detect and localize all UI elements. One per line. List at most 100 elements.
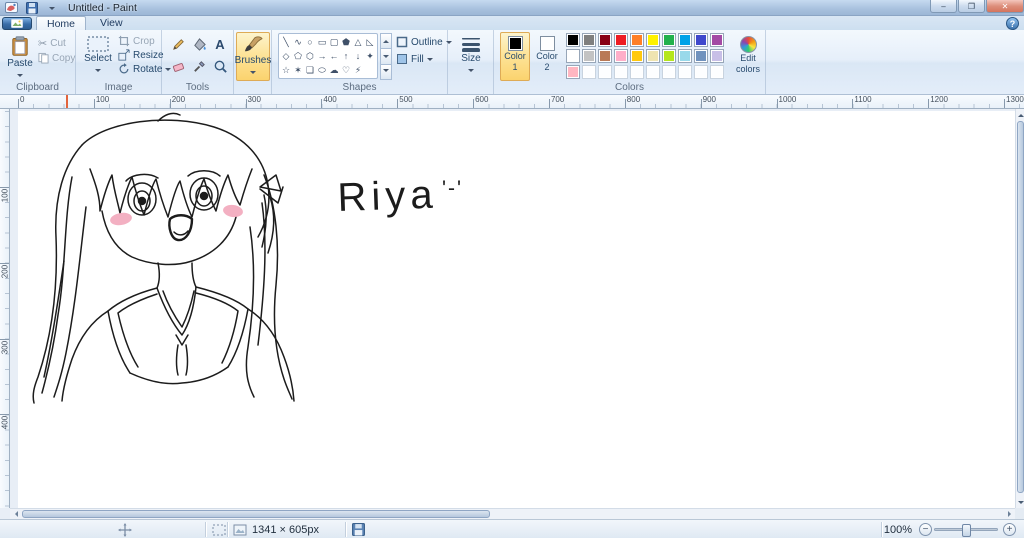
shape-arrow-down[interactable]: ↓ xyxy=(356,51,361,61)
shape-arrow-right[interactable]: → xyxy=(318,51,327,61)
palette-swatch[interactable] xyxy=(614,65,628,79)
scroll-left-button[interactable] xyxy=(10,509,21,519)
shape-right-triangle[interactable]: ◺ xyxy=(367,37,374,47)
palette-swatch[interactable] xyxy=(662,33,676,47)
paint-app-icon[interactable] xyxy=(3,1,20,14)
zoom-out-button[interactable]: − xyxy=(919,523,932,536)
shape-rectangle[interactable]: ▭ xyxy=(318,37,327,47)
palette-swatch[interactable] xyxy=(598,49,612,63)
vertical-scrollbar-thumb[interactable] xyxy=(1017,121,1024,493)
palette-swatch[interactable] xyxy=(598,33,612,47)
palette-swatch[interactable] xyxy=(630,49,644,63)
palette-swatch[interactable] xyxy=(678,33,692,47)
paint-menu-button[interactable] xyxy=(2,17,32,30)
vertical-scrollbar[interactable] xyxy=(1015,109,1024,508)
palette-swatch[interactable] xyxy=(630,65,644,79)
shape-lightning[interactable]: ⚡ xyxy=(355,65,361,75)
tab-view[interactable]: View xyxy=(90,16,133,30)
color2-button[interactable]: Color 2 xyxy=(532,32,562,81)
shape-star-five[interactable]: ☆ xyxy=(282,65,290,75)
maximize-button[interactable]: ❐ xyxy=(958,0,985,13)
shape-arrow-up[interactable]: ↑ xyxy=(344,51,349,61)
fill-tool-button[interactable] xyxy=(189,34,209,54)
palette-swatch[interactable] xyxy=(614,49,628,63)
shape-triangle[interactable]: △ xyxy=(355,37,362,47)
shape-callout-rect[interactable]: ❏ xyxy=(306,65,314,75)
paste-button[interactable]: Paste xyxy=(4,32,36,81)
palette-swatch[interactable] xyxy=(582,65,596,79)
palette-swatch[interactable] xyxy=(582,49,596,63)
shape-line[interactable]: ╲ xyxy=(283,37,288,47)
palette-swatch[interactable] xyxy=(694,49,708,63)
shape-star-four[interactable]: ✦ xyxy=(366,51,374,61)
resize-button[interactable]: Resize xyxy=(118,49,164,61)
palette-swatch[interactable] xyxy=(646,49,660,63)
shape-heart[interactable]: ♡ xyxy=(342,65,350,75)
color1-button[interactable]: Color 1 xyxy=(500,32,530,81)
size-button[interactable]: Size xyxy=(454,32,488,81)
shape-diamond[interactable]: ◇ xyxy=(283,51,290,61)
tab-home[interactable]: Home xyxy=(36,16,87,30)
palette-swatch[interactable] xyxy=(566,33,580,47)
quick-access-dropdown-button[interactable] xyxy=(43,1,60,14)
palette-swatch[interactable] xyxy=(710,33,724,47)
palette-swatch[interactable] xyxy=(694,65,708,79)
zoom-slider-thumb[interactable] xyxy=(962,524,971,537)
magnifier-tool-button[interactable] xyxy=(210,56,230,76)
select-button[interactable]: Select xyxy=(81,32,115,81)
palette-swatch[interactable] xyxy=(566,49,580,63)
gallery-scroll-down-button[interactable] xyxy=(380,48,392,65)
h-ruler-label: 900 xyxy=(702,95,716,104)
text-tool-button[interactable]: A xyxy=(210,34,230,54)
shape-pentagon[interactable]: ⬠ xyxy=(294,51,302,61)
horizontal-scrollbar[interactable] xyxy=(10,508,1015,519)
palette-swatch[interactable] xyxy=(678,49,692,63)
palette-swatch[interactable] xyxy=(630,33,644,47)
brushes-button[interactable]: Brushes xyxy=(235,32,271,81)
horizontal-scrollbar-thumb[interactable] xyxy=(22,510,490,518)
shape-ellipse[interactable]: ○ xyxy=(307,37,312,47)
copy-button[interactable]: Copy xyxy=(38,52,75,64)
gallery-scroll-up-button[interactable] xyxy=(380,33,392,50)
shape-star-six[interactable]: ✶ xyxy=(294,65,302,75)
shape-curve[interactable]: ∿ xyxy=(294,37,302,47)
zoom-slider[interactable] xyxy=(934,524,998,537)
close-button[interactable]: ✕ xyxy=(986,0,1024,13)
paint-canvas[interactable]: Riya '-' xyxy=(18,111,1015,508)
shape-callout-cloud[interactable]: ☁ xyxy=(330,65,339,75)
palette-swatch[interactable] xyxy=(646,33,660,47)
shape-rounded-rectangle[interactable]: ▢ xyxy=(330,37,339,47)
cut-button[interactable]: ✂ Cut xyxy=(38,37,66,50)
shape-polygon[interactable]: ⬟ xyxy=(342,37,350,47)
minimize-button[interactable]: – xyxy=(930,0,957,13)
palette-swatch[interactable] xyxy=(614,33,628,47)
zoom-in-button[interactable]: + xyxy=(1003,523,1016,536)
shape-callout-oval[interactable]: ⬭ xyxy=(318,65,326,75)
fill-button[interactable]: Fill xyxy=(396,53,433,65)
color-picker-tool-button[interactable] xyxy=(189,56,209,76)
shape-arrow-left[interactable]: ← xyxy=(330,51,339,61)
palette-swatch[interactable] xyxy=(582,33,596,47)
outline-button[interactable]: Outline xyxy=(396,36,452,48)
edit-colors-button[interactable]: Edit colors xyxy=(732,32,764,81)
palette-swatch[interactable] xyxy=(678,65,692,79)
shape-hexagon[interactable]: ⬡ xyxy=(306,51,314,61)
palette-swatch[interactable] xyxy=(598,65,612,79)
save-button[interactable] xyxy=(23,1,40,14)
palette-swatch[interactable] xyxy=(646,65,660,79)
crop-button[interactable]: Crop xyxy=(118,35,155,47)
scroll-down-button[interactable] xyxy=(1016,497,1024,508)
scroll-up-button[interactable] xyxy=(1016,109,1024,120)
help-button[interactable]: ? xyxy=(1006,17,1019,30)
palette-swatch[interactable] xyxy=(662,65,676,79)
eraser-tool-button[interactable] xyxy=(168,56,188,76)
pencil-tool-button[interactable] xyxy=(168,34,188,54)
palette-swatch[interactable] xyxy=(566,65,580,79)
palette-swatch[interactable] xyxy=(694,33,708,47)
palette-swatch[interactable] xyxy=(710,65,724,79)
palette-swatch[interactable] xyxy=(662,49,676,63)
palette-swatch[interactable] xyxy=(710,49,724,63)
gallery-expand-button[interactable] xyxy=(380,63,392,80)
scroll-right-button[interactable] xyxy=(1004,509,1015,519)
group-size: Size xyxy=(448,30,494,94)
